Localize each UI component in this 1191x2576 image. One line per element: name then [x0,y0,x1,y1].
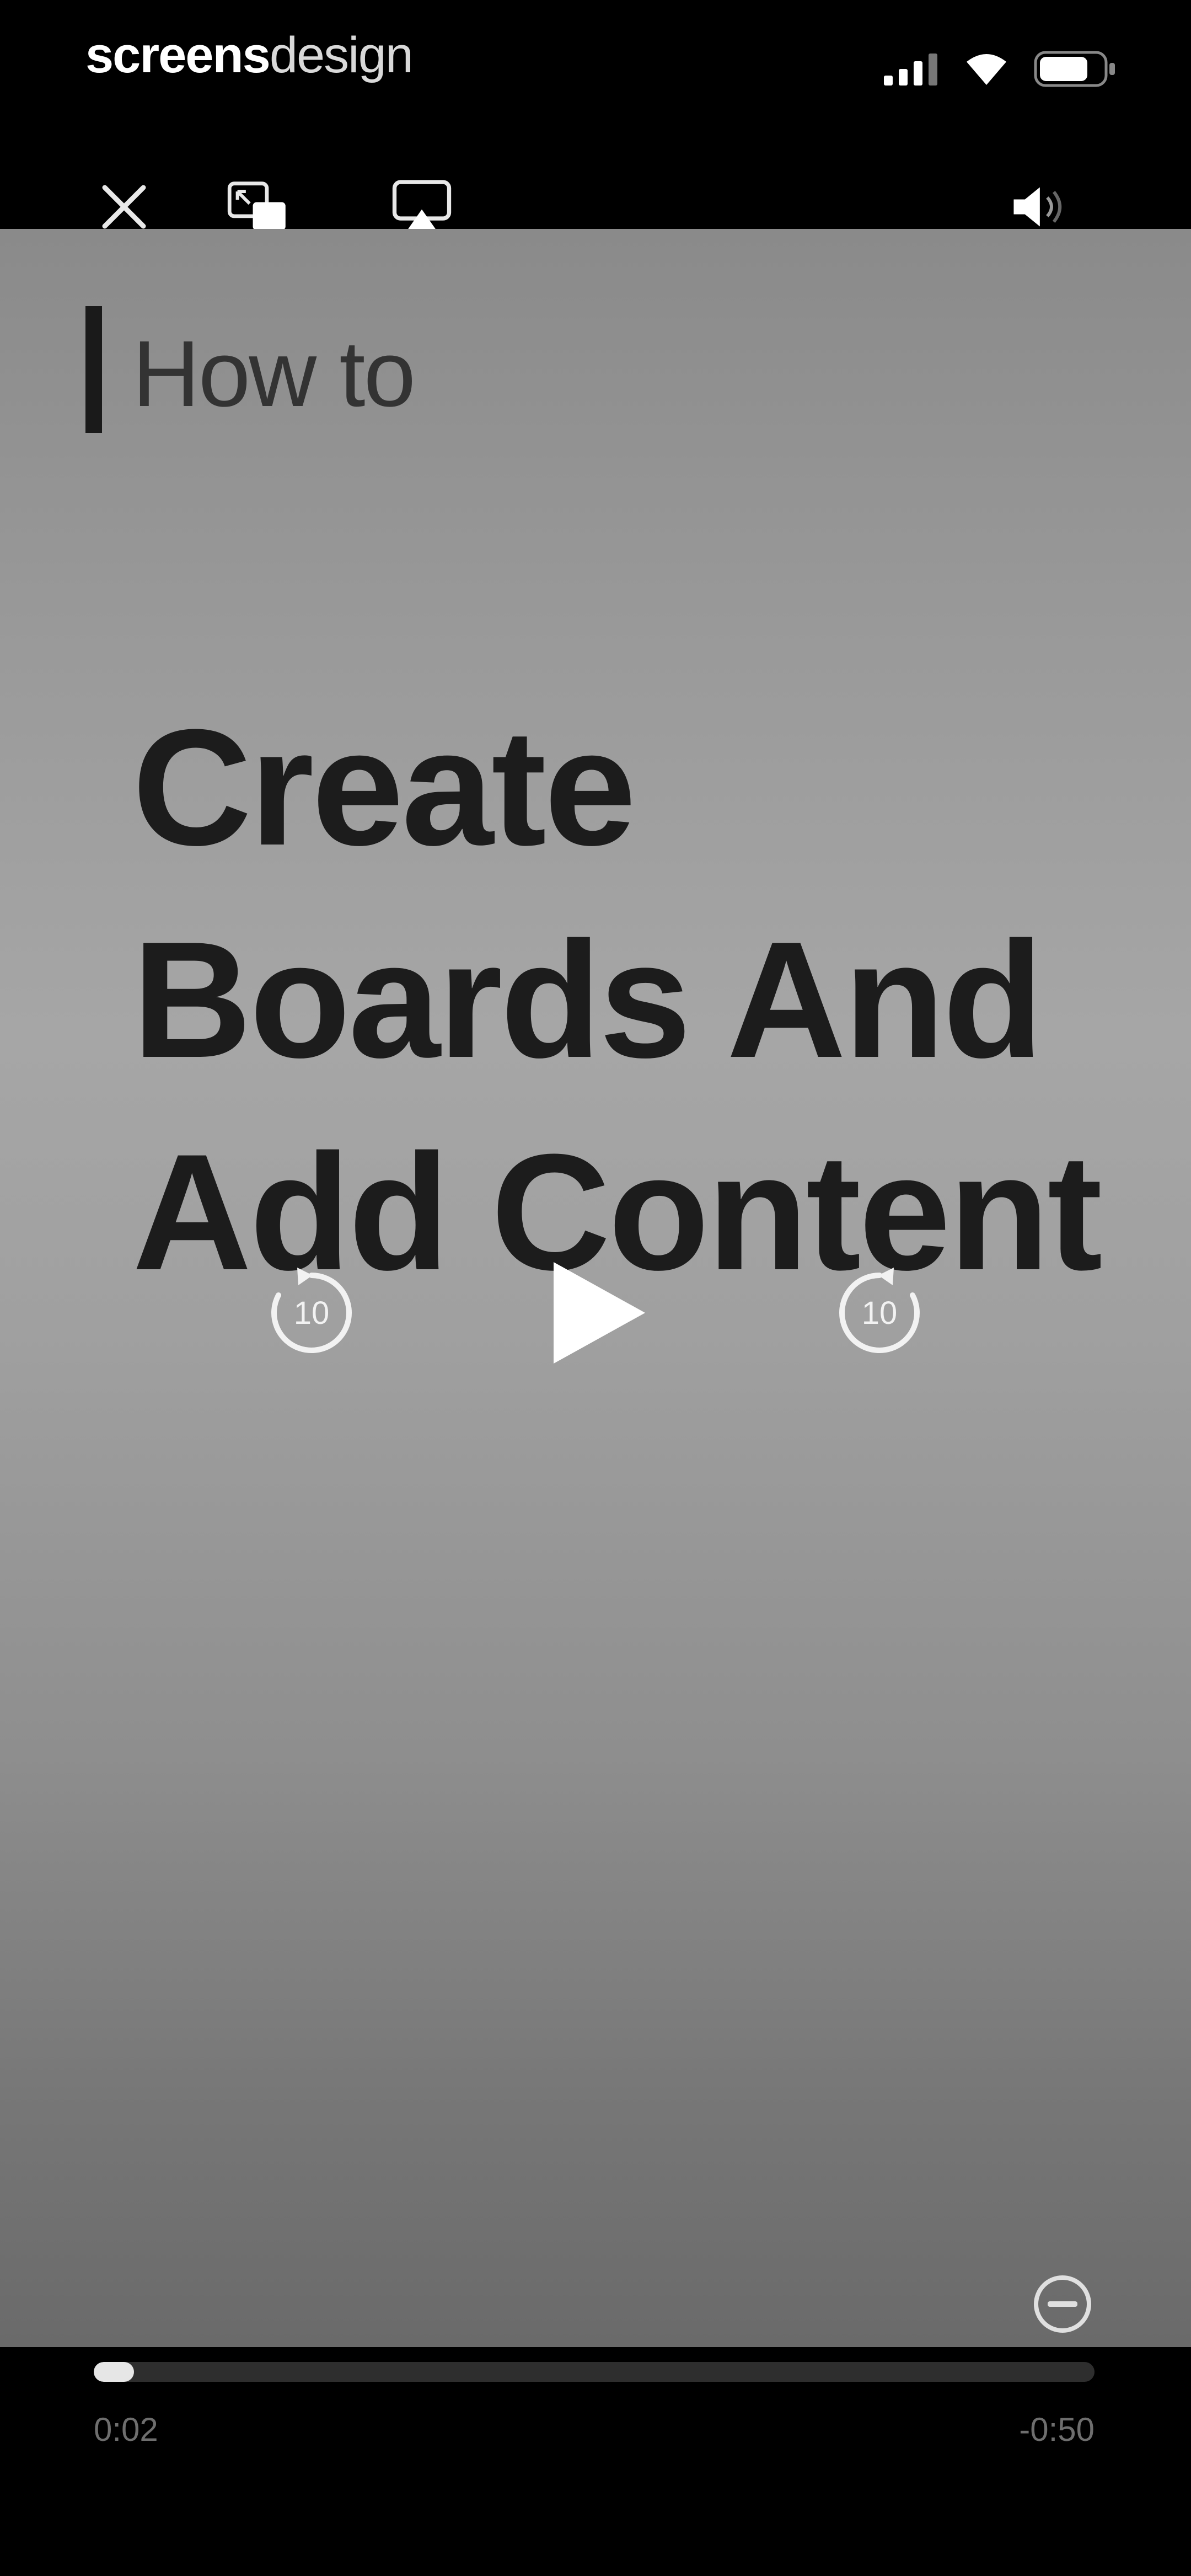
skip-back-label: 10 [294,1295,330,1331]
close-icon [102,185,146,229]
video-headline: Create Boards And Add Content [132,681,1152,1318]
status-bar: screensdesign [0,0,1191,127]
airplay-button[interactable] [391,177,452,237]
picture-in-picture-button[interactable] [227,177,288,237]
airplay-icon [392,180,452,230]
status-icons [884,47,1117,91]
playback-controls: 10 10 [0,1241,1191,1385]
headline-line: Create [132,694,636,880]
brand-light: design [269,27,414,83]
close-button[interactable] [94,177,154,237]
skip-forward-10-icon: 10 [839,1268,920,1353]
play-icon [554,1262,645,1364]
brand-watermark: screensdesign [85,25,414,85]
video-eyebrow: How to [132,322,416,426]
skip-forward-button[interactable]: 10 [830,1263,929,1362]
progress-scrubber[interactable] [94,2362,1095,2382]
headline-line: Boards And [132,907,1044,1092]
elapsed-time: 0:02 [94,2411,158,2448]
picture-in-picture-icon [227,181,286,231]
wifi-icon [967,54,1006,85]
battery-icon [1034,51,1115,87]
volume-button[interactable] [1009,177,1070,237]
skip-back-button[interactable]: 10 [262,1263,361,1362]
eyebrow-accent-bar [85,306,102,433]
zoom-toggle-button[interactable] [1031,2273,1095,2336]
skip-forward-label: 10 [862,1295,898,1331]
skip-back-10-icon: 10 [271,1268,352,1353]
minus-circle-icon [1034,2275,1091,2333]
play-button[interactable] [546,1258,651,1368]
signal-icon [884,54,937,85]
progress-fill [94,2362,134,2382]
volume-icon [1013,187,1062,227]
remaining-time: -0:50 [1019,2411,1095,2448]
player-top-controls [0,165,1191,237]
brand-bold: screens [85,27,271,83]
